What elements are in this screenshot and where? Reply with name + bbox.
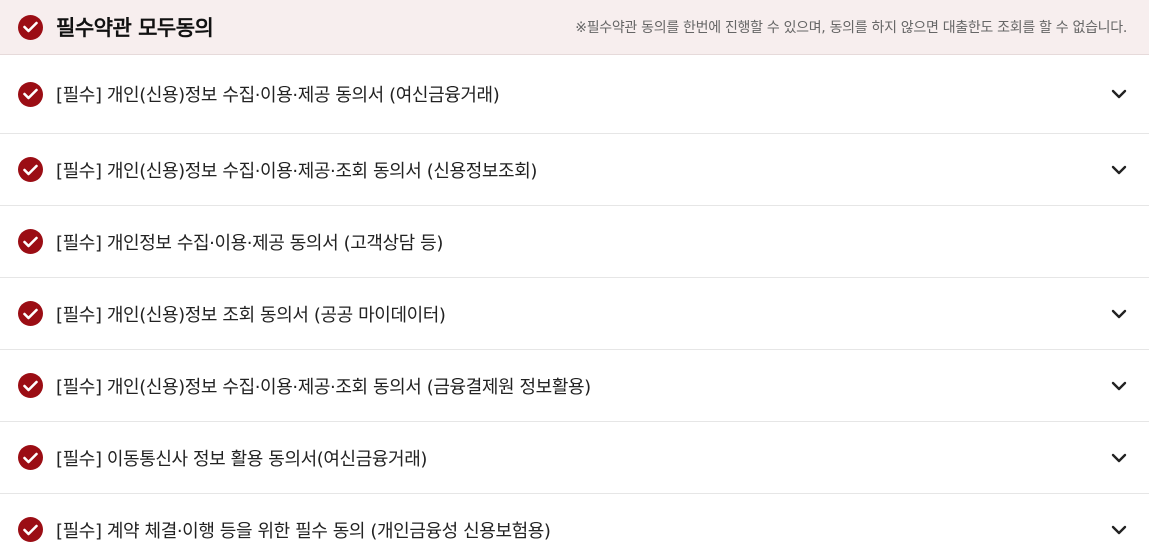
agreement-list: [필수] 개인(신용)정보 수집·이용·제공 동의서 (여신금융거래) [필수]… [0,55,1149,560]
agreement-label[interactable]: [필수] 개인(신용)정보 수집·이용·제공 동의서 (여신금융거래) [56,81,500,107]
chevron-down-icon[interactable] [1109,376,1129,396]
agree-all-title[interactable]: 필수약관 모두동의 [56,12,214,42]
chevron-down-icon[interactable] [1109,448,1129,468]
agreement-row[interactable]: [필수] 개인(신용)정보 수집·이용·제공·조회 동의서 (금융결제원 정보활… [0,350,1149,422]
agreement-row[interactable]: [필수] 개인정보 수집·이용·제공 동의서 (고객상담 등) [0,206,1149,278]
checked-icon[interactable] [18,81,43,107]
agreement-row[interactable]: [필수] 이동통신사 정보 활용 동의서(여신금융거래) [0,422,1149,494]
agreement-label[interactable]: [필수] 개인(신용)정보 수집·이용·제공·조회 동의서 (신용정보조회) [56,157,537,183]
chevron-down-icon[interactable] [1109,160,1129,180]
agree-all-check-icon[interactable] [18,14,43,40]
chevron-down-icon[interactable] [1109,520,1129,540]
agreement-label[interactable]: [필수] 계약 체결·이행 등을 위한 필수 동의 (개인금융성 신용보험용) [56,517,551,543]
agreement-panel: 필수약관 모두동의 ※필수약관 동의를 한번에 진행할 수 있으며, 동의를 하… [0,0,1149,560]
agreement-row[interactable]: [필수] 계약 체결·이행 등을 위한 필수 동의 (개인금융성 신용보험용) [0,494,1149,560]
agreement-row[interactable]: [필수] 개인(신용)정보 수집·이용·제공·조회 동의서 (신용정보조회) [0,134,1149,206]
agreement-label[interactable]: [필수] 개인정보 수집·이용·제공 동의서 (고객상담 등) [56,229,443,255]
agree-all-note: ※필수약관 동의를 한번에 진행할 수 있으며, 동의를 하지 않으면 대출한도… [575,20,1127,36]
agree-all-header[interactable]: 필수약관 모두동의 ※필수약관 동의를 한번에 진행할 수 있으며, 동의를 하… [0,0,1149,55]
agreement-label[interactable]: [필수] 이동통신사 정보 활용 동의서(여신금융거래) [56,445,427,471]
chevron-down-icon[interactable] [1109,84,1129,104]
checked-icon[interactable] [18,301,43,326]
checked-icon[interactable] [18,373,43,398]
checked-icon[interactable] [18,445,43,470]
agreement-row[interactable]: [필수] 개인(신용)정보 조회 동의서 (공공 마이데이터) [0,278,1149,350]
checked-icon[interactable] [18,157,43,182]
checked-icon[interactable] [18,229,43,254]
agreement-label[interactable]: [필수] 개인(신용)정보 조회 동의서 (공공 마이데이터) [56,301,446,327]
chevron-down-icon[interactable] [1109,304,1129,324]
agreement-row[interactable]: [필수] 개인(신용)정보 수집·이용·제공 동의서 (여신금융거래) [0,55,1149,134]
agreement-label[interactable]: [필수] 개인(신용)정보 수집·이용·제공·조회 동의서 (금융결제원 정보활… [56,373,591,399]
checked-icon[interactable] [18,517,43,542]
